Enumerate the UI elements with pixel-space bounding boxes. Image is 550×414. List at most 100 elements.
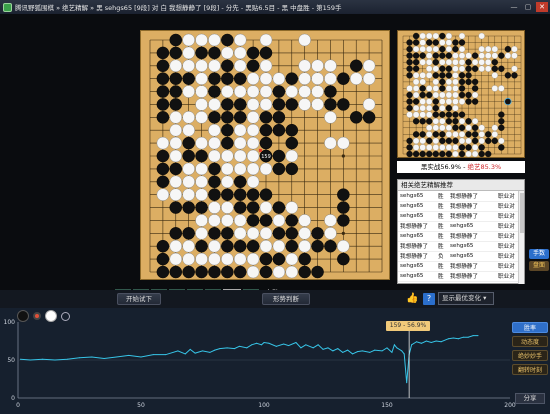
winrate-mode-button[interactable]: 胜率: [512, 322, 548, 333]
related-game-cell: sehgs65: [398, 201, 436, 212]
winrate-point: [42, 358, 44, 360]
winrate-summary: 黑实战56.9% - 绝艺85.3%: [397, 161, 525, 173]
go-board-canvas[interactable]: 159: [141, 31, 391, 281]
related-game-cell: 胜: [436, 241, 448, 252]
related-game-cell: sehgs65: [398, 271, 436, 282]
related-game-cell: 我想静静了: [398, 251, 436, 262]
winrate-point: [19, 358, 21, 360]
winrate-point: [381, 350, 383, 352]
black-stone-icon[interactable]: [17, 310, 29, 322]
volatility-mode-button[interactable]: 动态度: [512, 336, 548, 347]
minimize-button[interactable]: —: [508, 2, 520, 12]
winrate-chart[interactable]: 0 50 100 150 200100500: [0, 308, 550, 414]
winrate-point: [261, 344, 263, 346]
board-view-toggle[interactable]: 盘面: [529, 261, 549, 271]
winrate-point: [194, 352, 196, 354]
main-area: 159 黑实战56.9% - 绝艺85.3% 相关绝艺精解推荐 sehgs65 胜…: [0, 14, 550, 298]
related-game-cell: 胜: [436, 261, 448, 272]
related-game-cell: 胜: [436, 201, 448, 212]
last-move-number: 159: [261, 154, 271, 160]
turning-points-button[interactable]: 翻转时刻: [512, 364, 548, 375]
winrate-point: [79, 357, 80, 359]
x-tick-label: 100: [258, 402, 270, 409]
move-number-toggle[interactable]: 手数: [529, 249, 549, 259]
related-game-row[interactable]: sehgs65 胜我想静静了 职业对: [398, 231, 524, 242]
x-tick-label: 50: [137, 402, 145, 409]
winrate-point: [219, 348, 221, 350]
winrate-point: [457, 338, 459, 340]
related-game-row[interactable]: sehgs65 胜我想静静了 职业对: [398, 271, 524, 282]
related-game-row[interactable]: sehgs65 胜我想静静了 职业对: [398, 191, 524, 202]
variation-select-value: 显示最优变化: [442, 294, 481, 302]
winrate-graph-panel: 0 50 100 150 200 100 50 0 159 - 56.9% 胜率 动态度 绝妙…: [0, 308, 550, 414]
winrate-point: [356, 351, 358, 353]
related-game-row[interactable]: sehgs65 胜我想静静了 职业对: [398, 261, 524, 272]
move-winrate-tooltip: 159 - 56.9%: [386, 321, 430, 331]
winrate-point: [369, 351, 371, 353]
winrate-point: [263, 342, 265, 344]
winrate-point: [165, 354, 167, 356]
winrate-point: [406, 382, 408, 384]
black-actual-winrate: 黑实战56.9%: [420, 163, 461, 171]
winrate-point: [152, 354, 154, 356]
related-game-cell: 我想静静了: [448, 231, 496, 242]
related-game-cell: 我想静静了: [448, 261, 496, 272]
chevron-down-icon: ▾: [483, 294, 487, 302]
winrate-point: [189, 348, 191, 350]
related-game-cell: 我想静静了: [448, 191, 496, 202]
winrate-point: [251, 344, 253, 346]
close-button[interactable]: ✕: [536, 2, 548, 12]
go-board[interactable]: 159: [140, 30, 390, 280]
related-game-cell: 胜: [436, 211, 448, 222]
related-game-row[interactable]: sehgs65 胜我想静静了 职业对: [398, 201, 524, 212]
winrate-point: [403, 353, 405, 355]
player-color-chips: [17, 310, 70, 322]
position-judge-button[interactable]: 形势判断: [262, 293, 310, 305]
related-game-cell: 胜: [436, 221, 448, 232]
related-games-panel: 相关绝艺精解推荐 sehgs65 胜我想静静了 职业对 sehgs65 胜我想静静了 职业…: [397, 179, 525, 284]
winrate-point: [374, 349, 376, 351]
winrate-point: [361, 350, 363, 352]
y-tick-label: 50: [7, 357, 15, 364]
related-game-row[interactable]: 我想静静了负 sehgs65 职业对: [398, 251, 524, 262]
related-game-cell: sehgs65: [448, 251, 496, 262]
winrate-point: [288, 345, 290, 347]
help-icon[interactable]: ?: [423, 293, 435, 305]
variation-select[interactable]: 显示最优变化 ▾: [438, 292, 494, 305]
restore-button[interactable]: ▢: [522, 2, 534, 12]
winrate-point: [332, 350, 334, 352]
graph-mode-buttons: 胜率 动态度 绝妙妙手 翻转时刻: [512, 322, 548, 378]
variation-minimap[interactable]: [397, 30, 525, 158]
red-dot-icon[interactable]: [33, 312, 41, 320]
share-button[interactable]: 分享: [515, 393, 545, 404]
minimap-board: [402, 32, 522, 158]
ai-winrate: 绝艺85.3%: [467, 163, 502, 171]
winrate-point: [283, 343, 285, 345]
winrate-point: [103, 357, 105, 359]
winrate-point: [312, 347, 314, 349]
related-game-cell: 胜: [436, 191, 448, 202]
title-bar: 腾讯野狐围棋 » 绝艺精解 » 黑 sehgs65 [9段] 对 白 我想静静了…: [0, 0, 550, 14]
ring-icon[interactable]: [61, 311, 70, 321]
winrate-point: [462, 336, 464, 338]
start-trial-button[interactable]: 开始试下: [117, 293, 161, 305]
winrate-point: [342, 351, 344, 353]
related-game-row[interactable]: 我想静静了胜 sehgs65 职业对: [398, 241, 524, 252]
scrollbar[interactable]: [518, 191, 524, 284]
winrate-point: [416, 341, 418, 343]
related-game-cell: 胜: [436, 231, 448, 242]
related-game-cell: sehgs65: [448, 241, 496, 252]
winrate-point: [352, 353, 354, 355]
brilliant-moves-button[interactable]: 绝妙妙手: [512, 350, 548, 361]
y-tick-label: 0: [11, 395, 15, 402]
winrate-point: [29, 359, 31, 361]
thumbs-up-icon[interactable]: 👍: [406, 293, 418, 305]
winrate-point: [411, 344, 413, 346]
scrollbar-thumb[interactable]: [520, 193, 524, 233]
related-game-row[interactable]: 我想静静了胜 sehgs65 职业对: [398, 221, 524, 232]
window-controls: — ▢ ✕: [508, 2, 548, 12]
related-game-row[interactable]: sehgs65 胜我想静静了 职业对: [398, 211, 524, 222]
related-game-cell: 我想静静了: [448, 271, 496, 282]
white-stone-icon[interactable]: [45, 310, 57, 322]
related-game-cell: sehgs65: [398, 191, 436, 202]
